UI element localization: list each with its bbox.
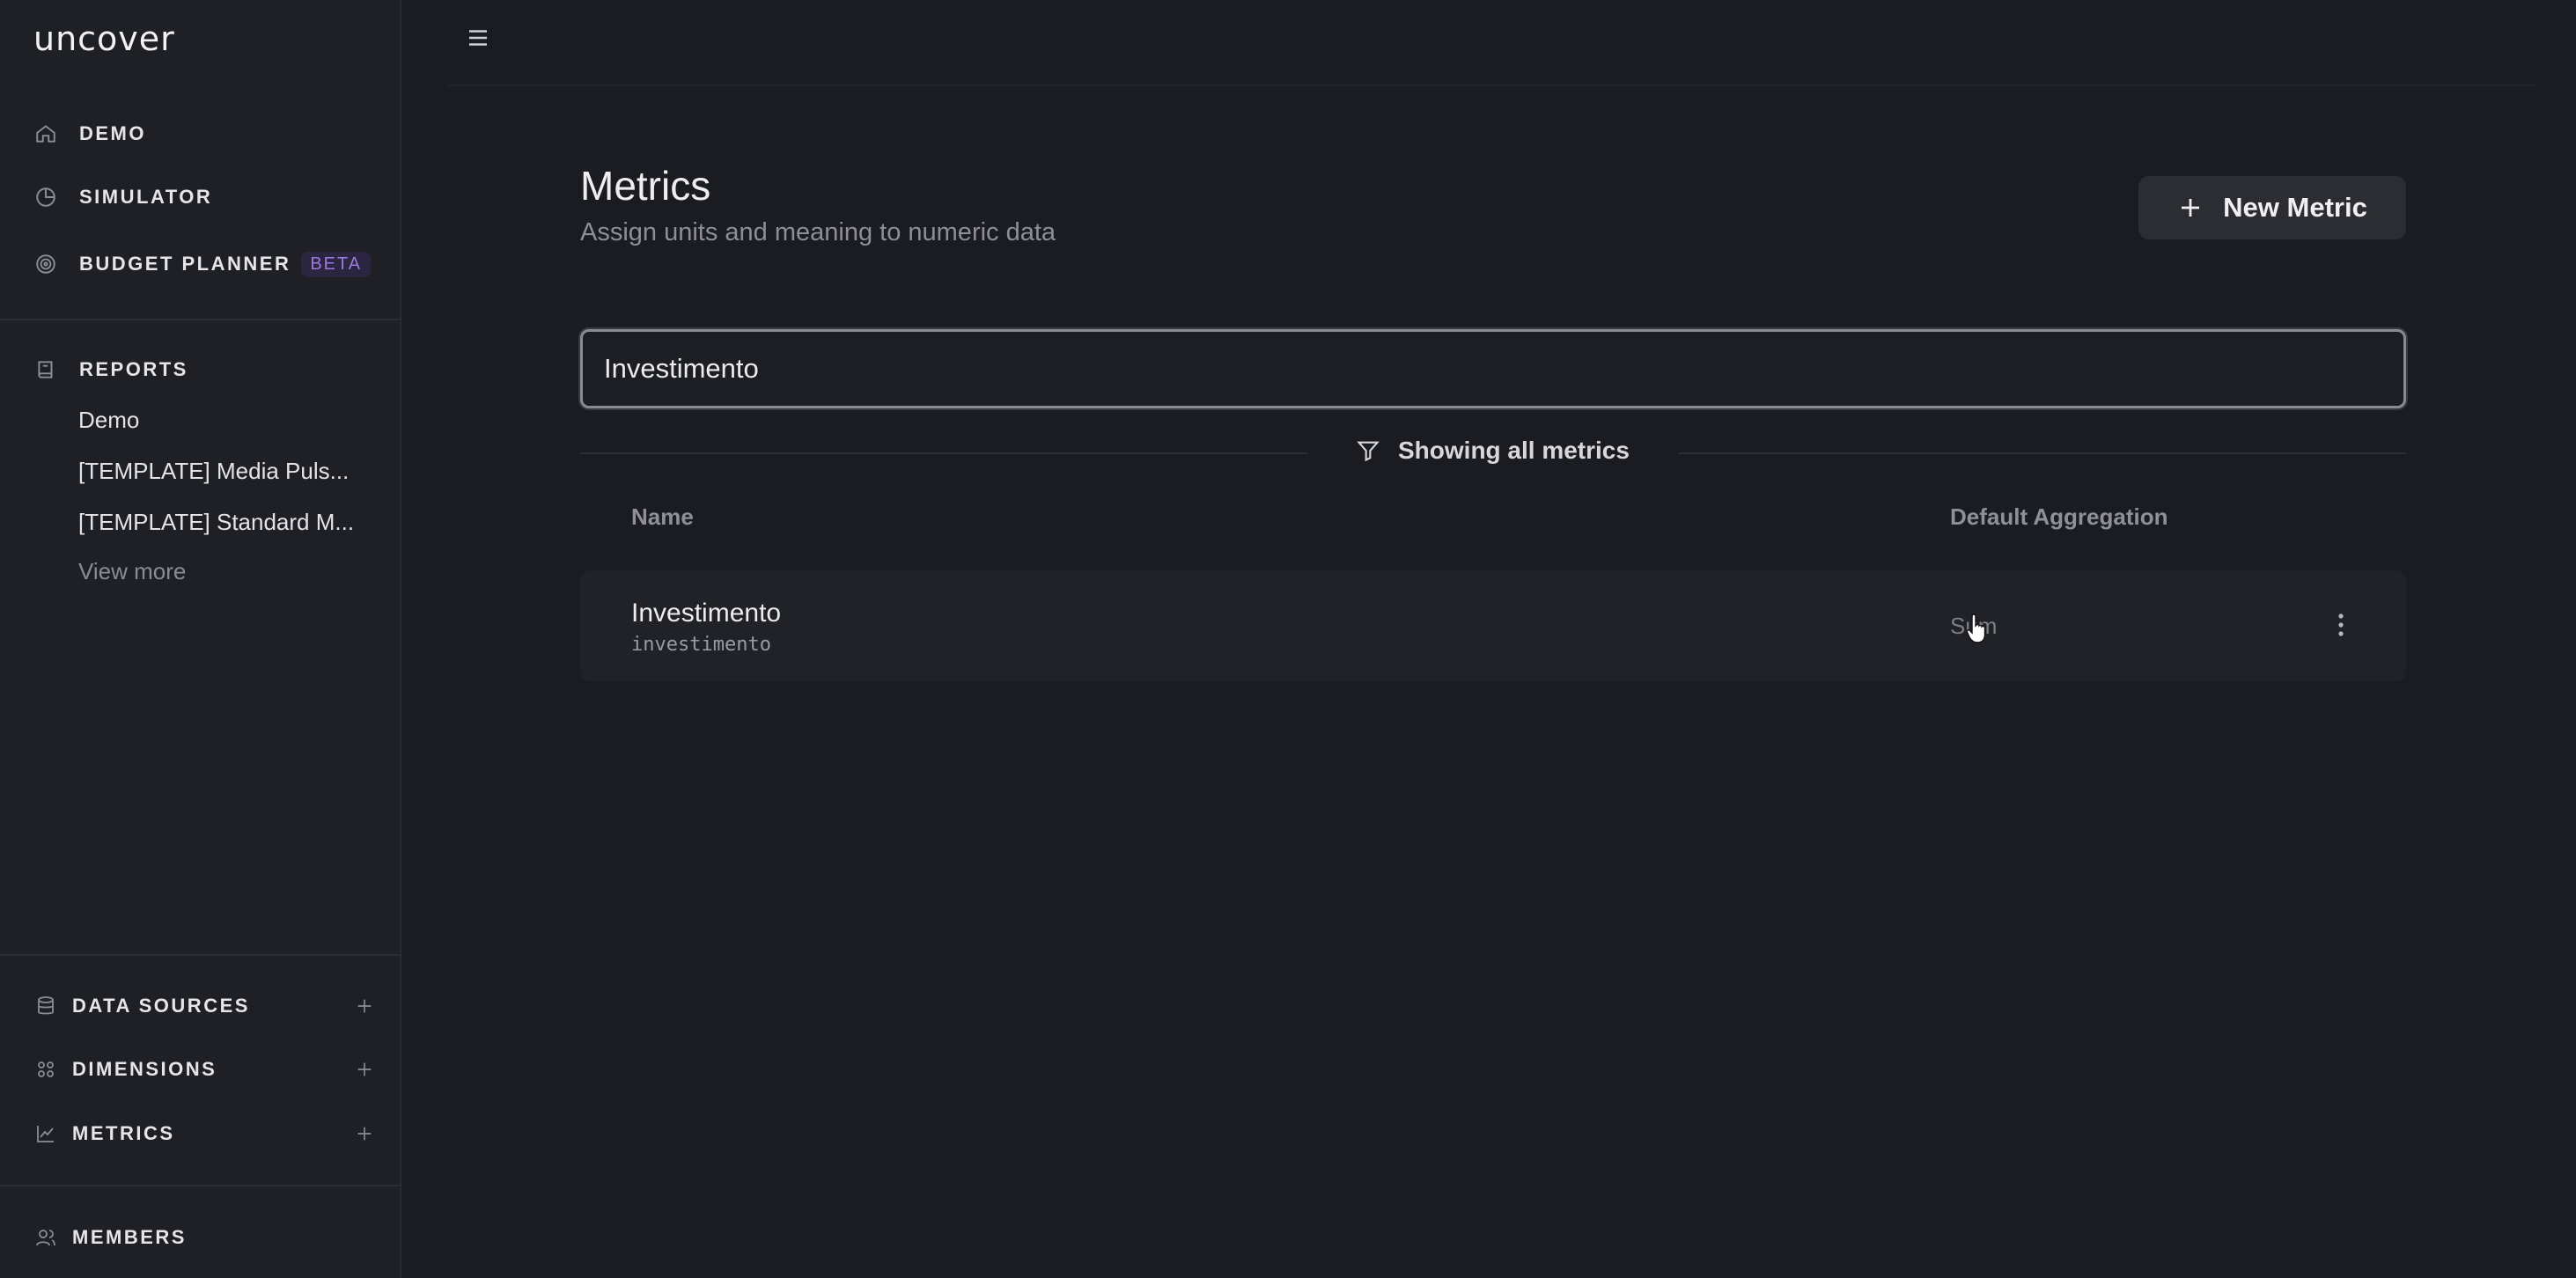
beta-badge: BETA xyxy=(301,251,372,277)
page-title: Metrics xyxy=(580,163,711,209)
search-field[interactable] xyxy=(580,329,2406,408)
book-icon xyxy=(33,357,58,382)
filter-label: Showing all metrics xyxy=(1398,437,1630,464)
hand-cursor-icon xyxy=(1966,613,1986,643)
home-icon xyxy=(33,121,58,146)
nav-item-budget-planner[interactable]: BUDGET PLANNER BETA xyxy=(33,245,372,283)
reports-header[interactable]: REPORTS xyxy=(33,350,188,389)
sidebar-divider xyxy=(0,954,401,956)
plus-icon xyxy=(2182,199,2200,217)
database-icon xyxy=(33,994,58,1018)
sidebar-item-label: MEMBERS xyxy=(72,1226,187,1248)
add-dimension-icon[interactable] xyxy=(352,1057,377,1082)
report-link-demo[interactable]: Demo xyxy=(78,407,139,434)
users-icon xyxy=(33,1225,58,1250)
sidebar-item-data-sources[interactable]: DATA SOURCES xyxy=(33,987,377,1025)
pie-chart-icon xyxy=(33,185,58,209)
sidebar: uncover DEMO SIMULATOR BUDGET PLANNER BE… xyxy=(0,0,401,1278)
sidebar-item-label: DATA SOURCES xyxy=(72,995,250,1017)
filter-icon xyxy=(1357,441,1380,462)
table-row[interactable]: Investimento investimento Sum xyxy=(580,570,2406,681)
target-icon xyxy=(33,252,58,276)
grid-icon xyxy=(33,1057,58,1082)
view-more-link[interactable]: View more xyxy=(78,558,186,585)
filter-toggle[interactable]: Showing all metrics xyxy=(1356,437,1630,465)
filter-divider-left xyxy=(580,452,1307,454)
sidebar-divider xyxy=(0,319,401,320)
nav-item-simulator[interactable]: SIMULATOR xyxy=(33,178,212,217)
reports-label: REPORTS xyxy=(79,358,188,380)
app-logo[interactable]: uncover xyxy=(33,19,175,58)
new-metric-label: New Metric xyxy=(2223,192,2367,223)
line-chart-icon xyxy=(33,1121,58,1146)
sidebar-item-label: METRICS xyxy=(72,1122,175,1144)
column-header-name: Name xyxy=(631,503,694,530)
report-link-media-pulse[interactable]: [TEMPLATE] Media Puls... xyxy=(78,458,349,485)
more-options-icon[interactable] xyxy=(2332,609,2350,641)
menu-toggle-icon[interactable] xyxy=(465,25,491,51)
filter-divider-right xyxy=(1678,452,2406,454)
add-data-source-icon[interactable] xyxy=(352,994,377,1018)
nav-item-label: DEMO xyxy=(79,122,146,144)
sidebar-item-dimensions[interactable]: DIMENSIONS xyxy=(33,1050,377,1089)
sidebar-item-members[interactable]: MEMBERS xyxy=(33,1218,377,1257)
topbar-divider xyxy=(449,84,2536,86)
metric-id: investimento xyxy=(631,634,771,656)
column-header-default-aggregation: Default Aggregation xyxy=(1950,503,2168,530)
sidebar-item-metrics[interactable]: METRICS xyxy=(33,1114,377,1153)
nav-item-label: BUDGET PLANNER xyxy=(79,253,291,275)
metric-name: Investimento xyxy=(631,599,782,628)
nav-item-label: SIMULATOR xyxy=(79,186,213,208)
add-metric-icon[interactable] xyxy=(352,1121,377,1146)
new-metric-button[interactable]: New Metric xyxy=(2138,176,2406,239)
page-subtitle: Assign units and meaning to numeric data xyxy=(580,218,1056,246)
sidebar-divider xyxy=(0,1185,401,1186)
search-input[interactable] xyxy=(602,352,2384,386)
nav-item-demo[interactable]: DEMO xyxy=(33,114,146,153)
report-link-standard[interactable]: [TEMPLATE] Standard M... xyxy=(78,509,354,536)
sidebar-item-label: DIMENSIONS xyxy=(72,1058,217,1080)
